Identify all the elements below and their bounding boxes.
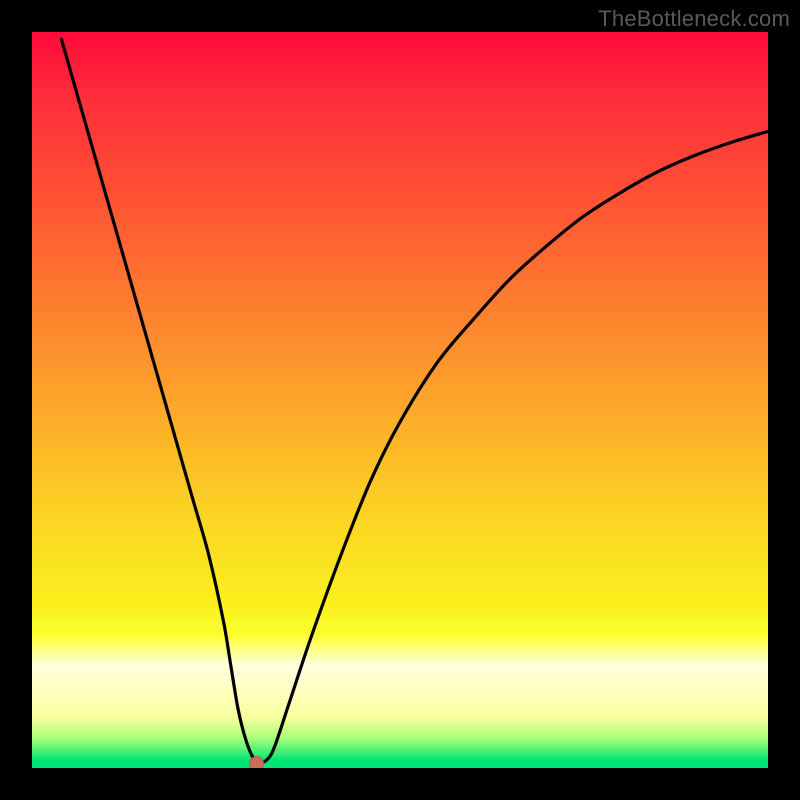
- watermark-text: TheBottleneck.com: [598, 6, 790, 32]
- curve-svg: [32, 32, 768, 768]
- plot-area: [32, 32, 768, 768]
- bottleneck-curve: [61, 39, 768, 762]
- min-marker: [249, 757, 263, 768]
- chart-frame: TheBottleneck.com: [0, 0, 800, 800]
